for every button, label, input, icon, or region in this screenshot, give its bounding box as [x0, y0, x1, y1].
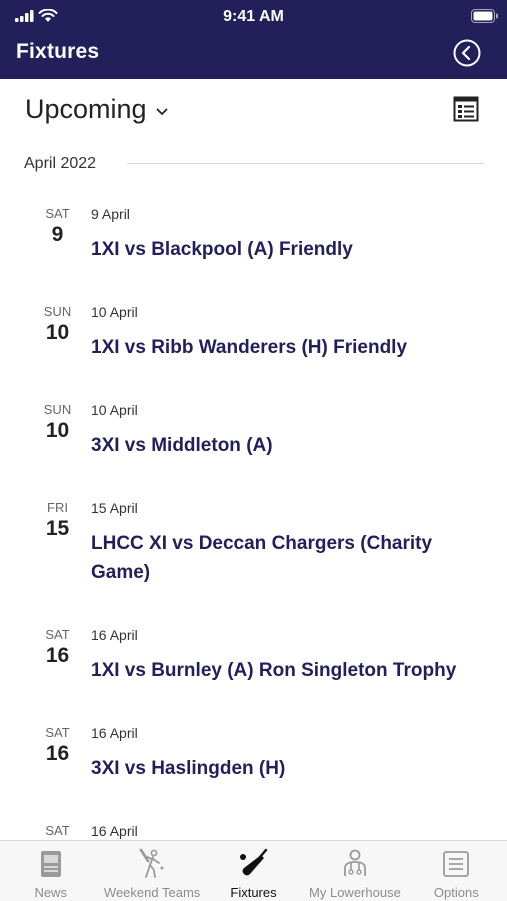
fixture-date-col: SAT — [0, 823, 91, 840]
tab-label: News — [34, 885, 67, 900]
fixture-date-col: SAT 16 — [0, 725, 91, 812]
tab-label: Weekend Teams — [103, 885, 201, 900]
battery-icon — [471, 9, 498, 23]
tab-label: Options — [433, 885, 479, 900]
month-divider — [127, 163, 484, 164]
fixture-row[interactable]: FRI 15 15 April LHCC XI vs Deccan Charge… — [0, 489, 507, 616]
page-title: Fixtures — [16, 40, 100, 63]
fixture-date-col: FRI 15 — [0, 500, 91, 616]
fixture-title: 3XI vs Haslingden (H) — [91, 758, 286, 779]
fixture-title: 3XI vs Middleton (A) — [91, 435, 273, 456]
fixture-row[interactable]: SAT 9 9 April 1XI vs Blackpool (A) Frien… — [0, 195, 507, 293]
tab-bar: News Weekend Teams Fixtures My Lowerhous… — [0, 840, 507, 901]
fixture-date-col: SUN 10 — [0, 304, 91, 391]
fixture-row[interactable]: SAT 16 16 April 1XI vs Burnley (A) Ron S… — [0, 616, 507, 714]
fixture-title: LHCC XI vs Deccan Chargers (Charity Game… — [91, 533, 433, 583]
fixture-date: 16 April — [91, 823, 138, 839]
fixtures-list: SAT 9 9 April 1XI vs Blackpool (A) Frien… — [0, 195, 507, 840]
fixture-date: 10 April — [91, 402, 138, 418]
fixture-row[interactable]: SAT 16 16 April 3XI vs Haslingden (H) — [0, 714, 507, 812]
cricket-bat-icon — [239, 848, 267, 876]
chevron-down-icon — [156, 108, 167, 115]
fixture-date-col: SAT 9 — [0, 206, 91, 293]
fixture-date: 10 April — [91, 304, 138, 320]
tab-news[interactable]: News — [0, 841, 101, 901]
status-bar: 9:41 AM — [0, 0, 507, 34]
fixture-row[interactable]: SAT 16 April — [0, 812, 507, 840]
fixture-title: 1XI vs Ribb Wanderers (H) Friendly — [91, 337, 408, 358]
batsman-icon — [139, 848, 164, 878]
fixture-info: 15 April LHCC XI vs Deccan Chargers (Cha… — [91, 500, 507, 616]
month-heading: April 2022 — [24, 155, 97, 172]
calendar-view-icon[interactable] — [453, 96, 479, 122]
filter-dropdown[interactable]: Upcoming — [25, 94, 168, 125]
tab-fixtures[interactable]: Fixtures — [203, 841, 304, 901]
tab-weekend-teams[interactable]: Weekend Teams — [101, 841, 202, 901]
status-time: 9:41 AM — [223, 8, 284, 25]
fixture-date-col: SAT 16 — [0, 627, 91, 714]
fixture-info: 16 April 1XI vs Burnley (A) Ron Singleto… — [91, 627, 507, 714]
fixture-info: 16 April — [91, 823, 507, 840]
chevron-left-circle-icon[interactable] — [453, 39, 481, 67]
tab-my-lowerhouse[interactable]: My Lowerhouse — [304, 841, 405, 901]
tab-options[interactable]: Options — [406, 841, 507, 901]
fixture-info: 9 April 1XI vs Blackpool (A) Friendly — [91, 206, 507, 293]
fixture-date: 16 April — [91, 627, 138, 643]
list-icon — [443, 851, 470, 877]
person-icon — [344, 849, 366, 876]
fixture-date-col: SUN 10 — [0, 402, 91, 489]
tab-label: Fixtures — [230, 885, 277, 900]
fixture-info: 10 April 3XI vs Middleton (A) — [91, 402, 507, 489]
fixture-title: 1XI vs Burnley (A) Ron Singleton Trophy — [91, 660, 457, 681]
fixture-row[interactable]: SUN 10 10 April 3XI vs Middleton (A) — [0, 391, 507, 489]
fixture-date: 15 April — [91, 500, 138, 516]
app-header: 9:41 AM Fixtures — [0, 0, 507, 79]
fixture-row[interactable]: SUN 10 10 April 1XI vs Ribb Wanderers (H… — [0, 293, 507, 391]
fixture-info: 10 April 1XI vs Ribb Wanderers (H) Frien… — [91, 304, 507, 391]
tab-label: My Lowerhouse — [309, 885, 401, 900]
fixture-info: 16 April 3XI vs Haslingden (H) — [91, 725, 507, 812]
newspaper-icon — [40, 851, 61, 877]
fixture-date: 16 April — [91, 725, 138, 741]
fixture-title: 1XI vs Blackpool (A) Friendly — [91, 239, 353, 260]
filter-label: Upcoming — [25, 94, 147, 124]
fixture-date: 9 April — [91, 206, 130, 222]
